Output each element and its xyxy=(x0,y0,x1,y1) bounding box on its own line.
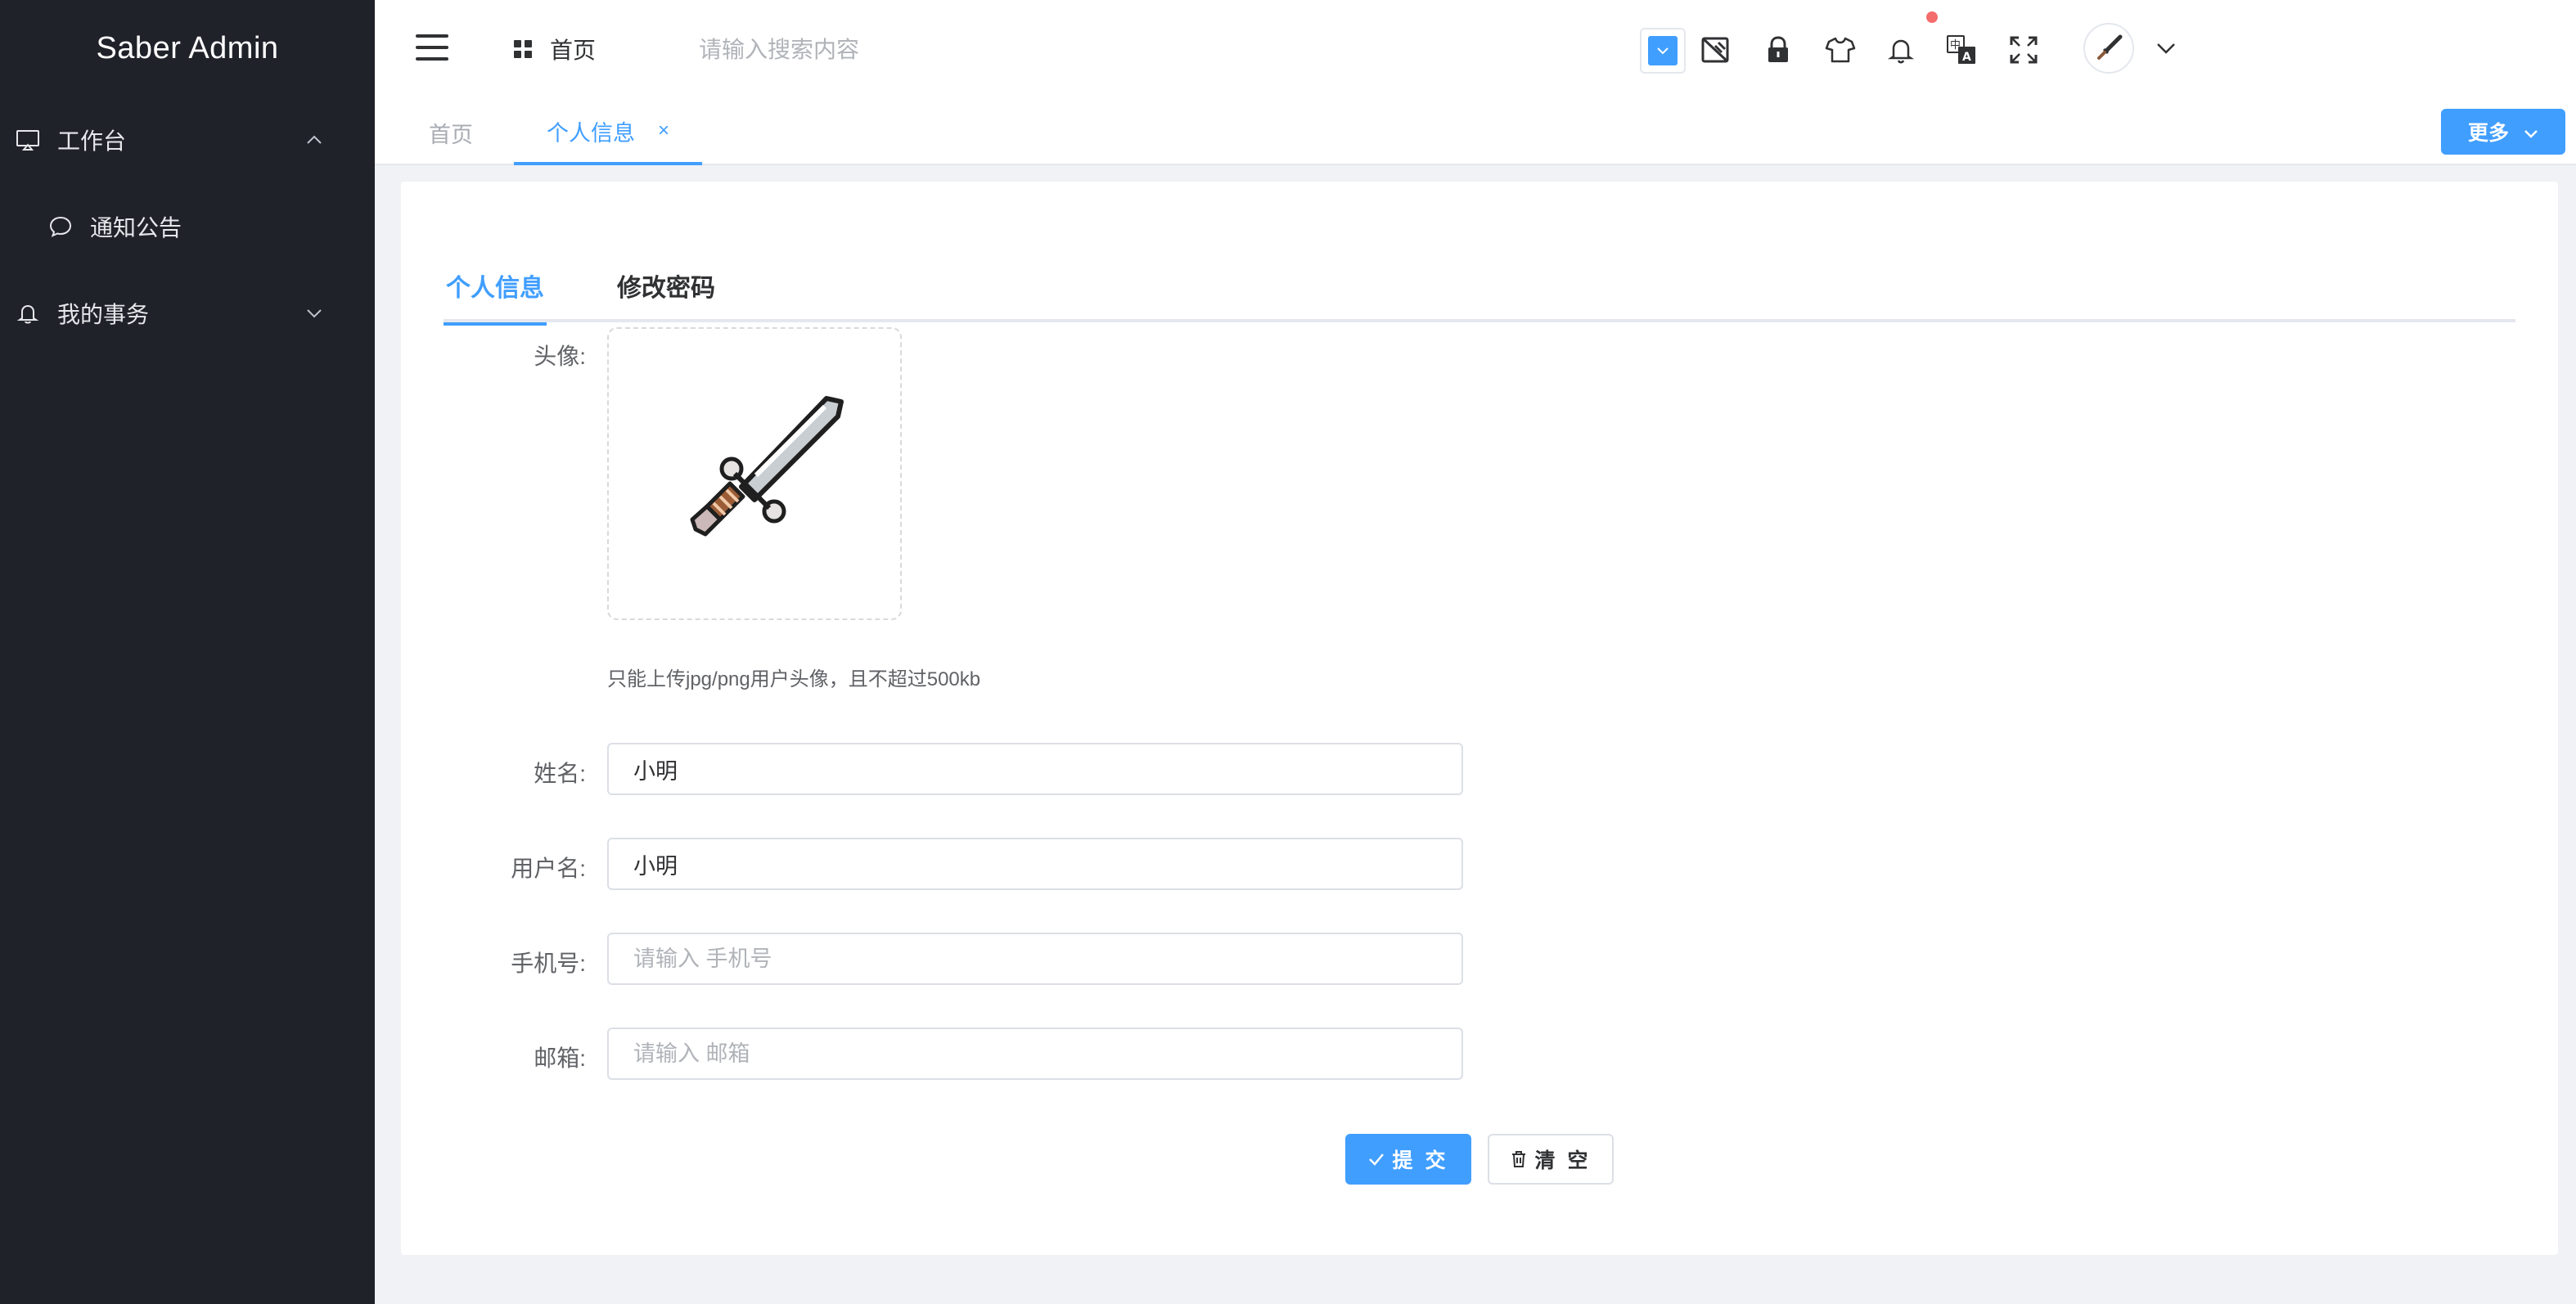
tag-label: 个人信息 xyxy=(547,120,635,146)
chevron-up-icon xyxy=(303,128,326,151)
top-header: 首页 中A xyxy=(375,0,2576,100)
tag-home[interactable]: 首页 xyxy=(429,100,473,165)
sidebar-item-workbench[interactable]: 工作台 xyxy=(0,97,375,183)
top-home-label: 首页 xyxy=(550,38,597,63)
sidebar: Saber Admin 工作台 通知公告 我的事务 xyxy=(0,0,375,1304)
email-input[interactable] xyxy=(607,1027,1463,1080)
clear-label: 清 空 xyxy=(1534,1149,1592,1172)
notification-dot xyxy=(1926,11,1938,23)
sidebar-item-label: 工作台 xyxy=(57,128,127,154)
grid-icon xyxy=(514,40,532,58)
app-logo-title[interactable]: Saber Admin xyxy=(0,0,375,97)
chevron-down-icon[interactable] xyxy=(2154,36,2178,61)
more-button[interactable]: 更多 xyxy=(2441,109,2565,155)
top-home-link[interactable]: 首页 xyxy=(514,33,596,65)
sidebar-item-notice[interactable]: 通知公告 xyxy=(0,183,375,270)
svg-text:A: A xyxy=(1962,51,1971,64)
fullscreen-icon[interactable] xyxy=(2006,33,2041,67)
check-icon xyxy=(1368,1153,1385,1166)
chevron-down-icon xyxy=(303,302,326,325)
sidebar-item-label: 我的事务 xyxy=(57,302,150,327)
tags-bar: 首页 个人信息 × 更多 xyxy=(375,100,2576,165)
name-input[interactable] xyxy=(607,743,1463,795)
upload-tip: 只能上传jpg/png用户头像，且不超过500kb xyxy=(607,668,981,690)
close-icon[interactable]: × xyxy=(658,119,669,142)
avatar-label: 头像: xyxy=(534,344,586,369)
translate-icon[interactable]: 中A xyxy=(1944,33,1979,67)
phone-input[interactable] xyxy=(607,933,1463,985)
sidebar-item-my-affairs[interactable]: 我的事务 xyxy=(0,270,375,357)
username-input[interactable] xyxy=(607,838,1463,890)
profile-card: 个人信息 修改密码 头像: 只能上传jpg/png用户头像，且不超过500kb … xyxy=(401,182,2558,1255)
search-input[interactable] xyxy=(699,29,1026,70)
name-label: 姓名: xyxy=(534,761,586,786)
theme-switch-icon[interactable] xyxy=(1699,33,1733,67)
monitor-icon xyxy=(15,127,41,153)
color-picker-button[interactable] xyxy=(1640,28,1686,74)
phone-label: 手机号: xyxy=(511,951,586,976)
tshirt-icon[interactable] xyxy=(1823,33,1858,67)
user-avatar[interactable] xyxy=(2083,23,2134,74)
tab-change-password[interactable]: 修改密码 xyxy=(617,249,715,322)
chat-bubble-icon xyxy=(47,214,74,240)
more-label: 更多 xyxy=(2467,122,2509,145)
tag-profile[interactable]: 个人信息 × xyxy=(514,100,703,165)
color-swatch xyxy=(1648,36,1678,65)
profile-tabs: 个人信息 修改密码 xyxy=(444,249,2515,326)
username-label: 用户名: xyxy=(511,856,586,881)
clear-button[interactable]: 清 空 xyxy=(1488,1134,1614,1185)
sword-avatar-image xyxy=(656,374,853,574)
submit-label: 提 交 xyxy=(1392,1149,1449,1172)
menu-toggle-icon[interactable] xyxy=(416,31,448,64)
lock-icon[interactable] xyxy=(1761,33,1795,67)
email-label: 邮箱: xyxy=(534,1045,586,1071)
submit-button[interactable]: 提 交 xyxy=(1345,1134,1471,1185)
bell-icon xyxy=(15,300,41,326)
bell-icon[interactable] xyxy=(1884,33,1918,67)
avatar-uploader[interactable] xyxy=(607,327,902,620)
sidebar-item-label: 通知公告 xyxy=(90,215,182,241)
tab-profile-info[interactable]: 个人信息 xyxy=(444,249,547,326)
chevron-down-icon xyxy=(2524,120,2538,144)
trash-icon xyxy=(1511,1150,1527,1168)
